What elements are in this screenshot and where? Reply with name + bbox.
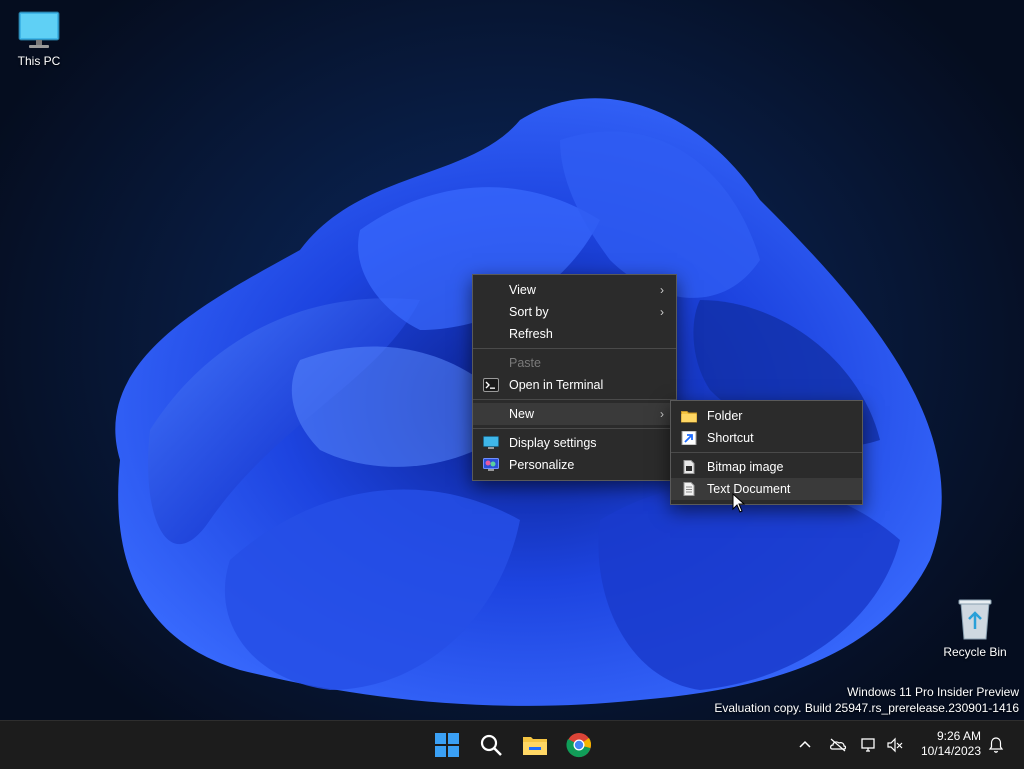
- menu-item-open-in-terminal[interactable]: Open in Terminal: [473, 374, 676, 396]
- mouse-cursor-icon: [732, 493, 746, 513]
- watermark-line-2: Evaluation copy. Build 25947.rs_prerelea…: [714, 701, 1019, 715]
- display-icon: [483, 436, 499, 449]
- submenu-item-folder[interactable]: Folder: [671, 405, 862, 427]
- menu-item-label: Open in Terminal: [509, 378, 604, 392]
- personalize-icon: [483, 458, 499, 471]
- clock[interactable]: 9:26 AM 10/14/2023: [915, 729, 981, 761]
- menu-item-sort-by[interactable]: Sort by ›: [473, 301, 676, 323]
- menu-item-label: Display settings: [509, 436, 597, 450]
- desktop-icon-label: Recycle Bin: [943, 645, 1007, 659]
- menu-item-label: View: [509, 283, 536, 297]
- terminal-icon: [483, 378, 499, 392]
- windows-evaluation-watermark: Windows 11 Pro Insider Preview Evaluatio…: [714, 684, 1019, 716]
- chevron-right-icon: ›: [660, 305, 664, 319]
- menu-separator: [671, 452, 862, 453]
- menu-item-label: Text Document: [707, 482, 791, 496]
- menu-item-paste: Paste: [473, 352, 676, 374]
- file-explorer-icon[interactable]: [519, 729, 551, 761]
- desktop-icon-label: This PC: [17, 54, 61, 68]
- notifications-bell-icon[interactable]: [988, 736, 1004, 754]
- desktop-icon-recycle-bin[interactable]: Recycle Bin: [939, 597, 1011, 659]
- menu-item-label: Personalize: [509, 458, 575, 472]
- menu-item-label: Sort by: [509, 305, 549, 319]
- taskbar: 9:26 AM 10/14/2023: [0, 720, 1024, 769]
- menu-item-display-settings[interactable]: Display settings: [473, 432, 676, 454]
- submenu-item-text-document[interactable]: Text Document: [671, 478, 862, 500]
- menu-item-personalize[interactable]: Personalize: [473, 454, 676, 476]
- start-icon[interactable]: [431, 729, 463, 761]
- clock-date: 10/14/2023: [920, 744, 981, 758]
- menu-item-label: New: [509, 407, 535, 421]
- monitor-icon: [18, 11, 60, 48]
- onedrive-offline-icon[interactable]: [829, 737, 847, 753]
- menu-item-label: Folder: [707, 409, 743, 423]
- menu-separator: [473, 348, 676, 349]
- recycle-bin-icon: [958, 599, 992, 640]
- submenu-item-bitmap-image[interactable]: Bitmap image: [671, 456, 862, 478]
- menu-item-label: Bitmap image: [707, 460, 784, 474]
- chevron-right-icon: ›: [660, 407, 664, 421]
- menu-item-label: Refresh: [509, 327, 553, 341]
- text-document-icon: [683, 482, 695, 496]
- submenu-item-shortcut[interactable]: Shortcut: [671, 427, 862, 449]
- search-icon[interactable]: [475, 729, 507, 761]
- menu-item-new[interactable]: New ›: [473, 403, 676, 425]
- chrome-icon[interactable]: [563, 729, 595, 761]
- menu-item-view[interactable]: View ›: [473, 279, 676, 301]
- chevron-right-icon: ›: [660, 283, 664, 297]
- new-submenu: Folder Shortcut Bitmap image Text Docume…: [670, 400, 863, 505]
- show-hidden-icons-chevron-up-icon[interactable]: [797, 737, 813, 753]
- folder-icon: [681, 411, 697, 423]
- watermark-line-1: Windows 11 Pro Insider Preview: [847, 685, 1019, 699]
- menu-item-label: Paste: [509, 356, 541, 370]
- clock-time: 9:26 AM: [936, 729, 981, 743]
- network-icon[interactable]: [860, 736, 878, 754]
- menu-separator: [473, 428, 676, 429]
- desktop-context-menu: View › Sort by › Refresh Paste Open in T…: [472, 274, 677, 481]
- desktop-icon-this-pc[interactable]: This PC: [3, 10, 75, 68]
- menu-item-label: Shortcut: [707, 431, 754, 445]
- bitmap-icon: [683, 460, 695, 474]
- menu-item-refresh[interactable]: Refresh: [473, 323, 676, 345]
- menu-separator: [473, 399, 676, 400]
- volume-muted-icon[interactable]: [886, 736, 904, 754]
- shortcut-icon: [681, 431, 697, 445]
